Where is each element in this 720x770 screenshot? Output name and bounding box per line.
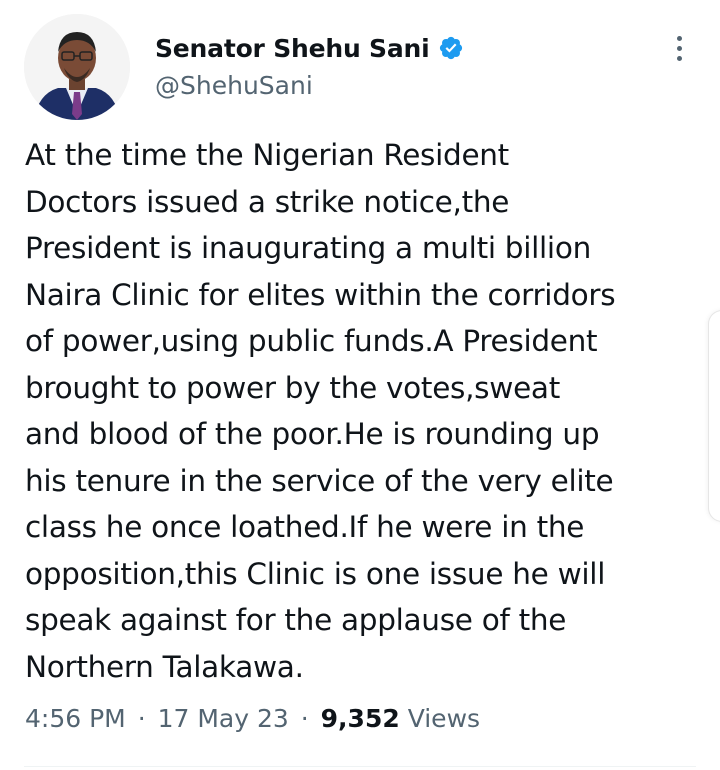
side-panel-handle[interactable] (708, 310, 720, 522)
avatar[interactable] (24, 14, 130, 120)
tweet-text-line: of power,using public funds.A President (25, 324, 598, 358)
verified-badge-icon (438, 35, 464, 61)
tweet-text-line: and blood of the poor.He is rounding up (25, 417, 600, 451)
tweet-text-line: speak against for the applause of the (25, 603, 567, 637)
more-vertical-icon (676, 45, 682, 51)
author-name-row: Senator Shehu Sani (155, 28, 464, 68)
views-count[interactable]: 9,352 (321, 704, 400, 733)
tweet-text-line: President is inaugurating a multi billio… (25, 231, 591, 265)
more-options-button[interactable] (664, 28, 694, 68)
tweet-text-line: Naira Clinic for elites within the corri… (25, 277, 616, 312)
tweet-text: At the time the Nigerian Resident Doctor… (25, 132, 705, 690)
tweet-text-line: At the time the Nigerian Resident (25, 138, 509, 172)
tweet-detail: Senator Shehu Sani @ShehuSani At the tim… (0, 0, 720, 770)
author-block[interactable]: Senator Shehu Sani @ShehuSani (155, 28, 464, 100)
tweet-text-line: brought to power by the votes,sweat (25, 370, 560, 405)
tweet-text-line: his tenure in the service of the very el… (25, 463, 614, 498)
more-vertical-icon (676, 55, 682, 61)
tweet-text-line: class he once loathed.If he were in the (25, 510, 585, 544)
tweet-meta: 4:56 PM · 17 May 23 · 9,352 Views (25, 704, 480, 733)
avatar-photo (24, 14, 130, 120)
meta-separator: · (137, 704, 146, 733)
author-handle[interactable]: @ShehuSani (155, 71, 464, 100)
meta-separator: · (300, 704, 309, 733)
author-display-name[interactable]: Senator Shehu Sani (155, 34, 430, 63)
tweet-text-line: opposition,this Clinic is one issue he w… (25, 556, 606, 591)
divider (24, 766, 696, 767)
tweet-text-line: Doctors issued a strike notice,the (25, 184, 510, 219)
tweet-date[interactable]: 17 May 23 (158, 704, 289, 733)
views-label[interactable]: Views (408, 704, 480, 733)
tweet-text-line: Northern Talakawa. (25, 649, 304, 684)
more-vertical-icon (676, 35, 682, 41)
tweet-time[interactable]: 4:56 PM (25, 704, 126, 733)
